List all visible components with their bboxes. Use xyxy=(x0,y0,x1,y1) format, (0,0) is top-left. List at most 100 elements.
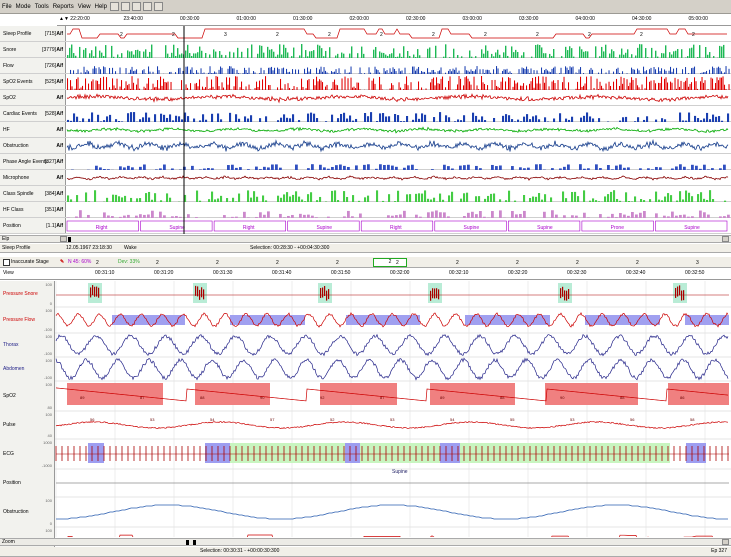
flow-bar xyxy=(482,69,484,74)
flow-bar xyxy=(449,69,451,74)
epoch-time-label: 00:31:50 xyxy=(331,270,351,276)
epoch-scroll-thumb-2[interactable] xyxy=(193,540,196,545)
flow-bar xyxy=(457,72,459,74)
spo2-event-bar xyxy=(521,85,523,90)
cardiac-event-bar xyxy=(502,115,505,122)
menu-view[interactable]: View xyxy=(76,4,93,10)
snore-bar xyxy=(521,55,523,58)
spo2-event-bar xyxy=(380,84,382,90)
spindle-bar xyxy=(292,194,295,202)
snore-bar xyxy=(271,49,273,58)
stage-edit-icon[interactable]: ✎ xyxy=(60,259,64,265)
snore-burst xyxy=(436,288,438,299)
channel-icon[interactable] xyxy=(120,2,130,11)
spindle-bar xyxy=(442,199,445,202)
flow-bar xyxy=(529,73,531,74)
spindle-bar xyxy=(685,190,688,202)
flow-bar xyxy=(658,67,660,74)
snore-bar xyxy=(237,47,239,58)
flow-bar xyxy=(598,72,600,74)
flow-bar xyxy=(196,70,198,74)
epoch-scrollbar[interactable]: Zoom xyxy=(0,538,731,546)
epoch-scroll-right[interactable] xyxy=(722,539,729,545)
spo2-event-bar xyxy=(242,89,244,90)
filter-icon[interactable] xyxy=(142,2,152,11)
flow-bar xyxy=(392,67,394,74)
spo2-event-bar xyxy=(616,78,618,90)
menu-reports[interactable]: Reports xyxy=(51,4,76,10)
spo2-event-bar xyxy=(535,76,537,90)
spindle-bar xyxy=(265,200,268,202)
snore-bar xyxy=(73,53,75,58)
flow-bar xyxy=(542,72,544,74)
snore-bar xyxy=(585,51,587,58)
cardiac-event-bar xyxy=(310,112,313,122)
snore-bar xyxy=(361,46,363,58)
snore-bar xyxy=(307,56,309,58)
zoom-icon[interactable] xyxy=(153,2,163,11)
spo2-event-bar xyxy=(202,86,204,90)
flow-bar xyxy=(254,72,256,74)
hf-class-bar xyxy=(463,216,466,218)
snore-bar xyxy=(673,51,675,58)
spo2-event-bar xyxy=(112,78,114,90)
spo2-event-bar xyxy=(677,79,679,90)
scroll-left-arrow[interactable] xyxy=(60,236,67,242)
spindle-bar xyxy=(331,190,334,202)
spo2-event-bar xyxy=(667,82,669,90)
spo2-event-bar xyxy=(695,81,697,90)
snore-bar xyxy=(443,56,445,58)
record-icon[interactable] xyxy=(131,2,141,11)
epoch-scroll-thumb[interactable] xyxy=(186,540,189,545)
menu-file[interactable]: File xyxy=(0,4,14,10)
snore-bar xyxy=(523,52,525,58)
phase-event-bar xyxy=(615,165,618,170)
cardiac-event-bar xyxy=(715,116,718,122)
spindle-bar xyxy=(406,194,409,202)
cardiac-event-bar xyxy=(388,116,391,122)
phase-event-bar xyxy=(671,168,674,170)
snore-bar xyxy=(311,51,313,58)
snore-bar xyxy=(285,47,287,58)
snore-bar xyxy=(613,51,615,58)
spindle-bar xyxy=(415,193,418,202)
snore-bar xyxy=(251,44,253,58)
stage-selector[interactable]: 2 xyxy=(373,258,407,267)
spo2-event-bar xyxy=(125,81,127,90)
cardiac-event-bar xyxy=(106,116,109,122)
flow-bar xyxy=(212,73,214,74)
snore-bar xyxy=(173,44,175,58)
menu-tools[interactable]: Tools xyxy=(33,4,51,10)
spo2-event-bar xyxy=(685,80,687,90)
pulse-value: 53 xyxy=(570,417,575,422)
snore-bar xyxy=(627,49,629,58)
cardiac-event-bar xyxy=(82,118,85,122)
scroll-thumb[interactable] xyxy=(68,237,71,242)
spindle-bar xyxy=(124,195,127,202)
spindle-bar xyxy=(169,197,172,202)
spo2-event-bar xyxy=(719,77,721,90)
spo2-event-bar xyxy=(725,88,727,90)
phase-event-bar xyxy=(691,164,694,170)
tile-icon[interactable] xyxy=(109,2,119,11)
spo2-event-bar xyxy=(259,80,261,90)
flow-bar xyxy=(386,70,388,74)
snore-burst xyxy=(322,287,324,298)
flow-bar xyxy=(704,72,706,74)
flow-bar xyxy=(134,70,136,74)
menu-mode[interactable]: Mode xyxy=(14,4,33,10)
inaccurate-stage-checkbox[interactable] xyxy=(3,259,10,266)
spo2-event-bar xyxy=(82,85,84,90)
snore-bar xyxy=(671,54,673,58)
menu-help[interactable]: Help xyxy=(93,4,109,10)
scroll-right-arrow[interactable] xyxy=(722,236,729,242)
flow-bar xyxy=(304,68,306,74)
overview-scrollbar[interactable]: Elp xyxy=(0,235,731,243)
spo2-event-bar xyxy=(277,87,279,90)
spo2-event-bar xyxy=(626,79,628,90)
spo2-event-bar xyxy=(170,81,172,90)
hf-class-bar xyxy=(231,216,234,218)
spo2-event-bar xyxy=(697,88,699,90)
hf-class-bar xyxy=(639,212,642,218)
cardiac-event-bar xyxy=(571,116,574,122)
